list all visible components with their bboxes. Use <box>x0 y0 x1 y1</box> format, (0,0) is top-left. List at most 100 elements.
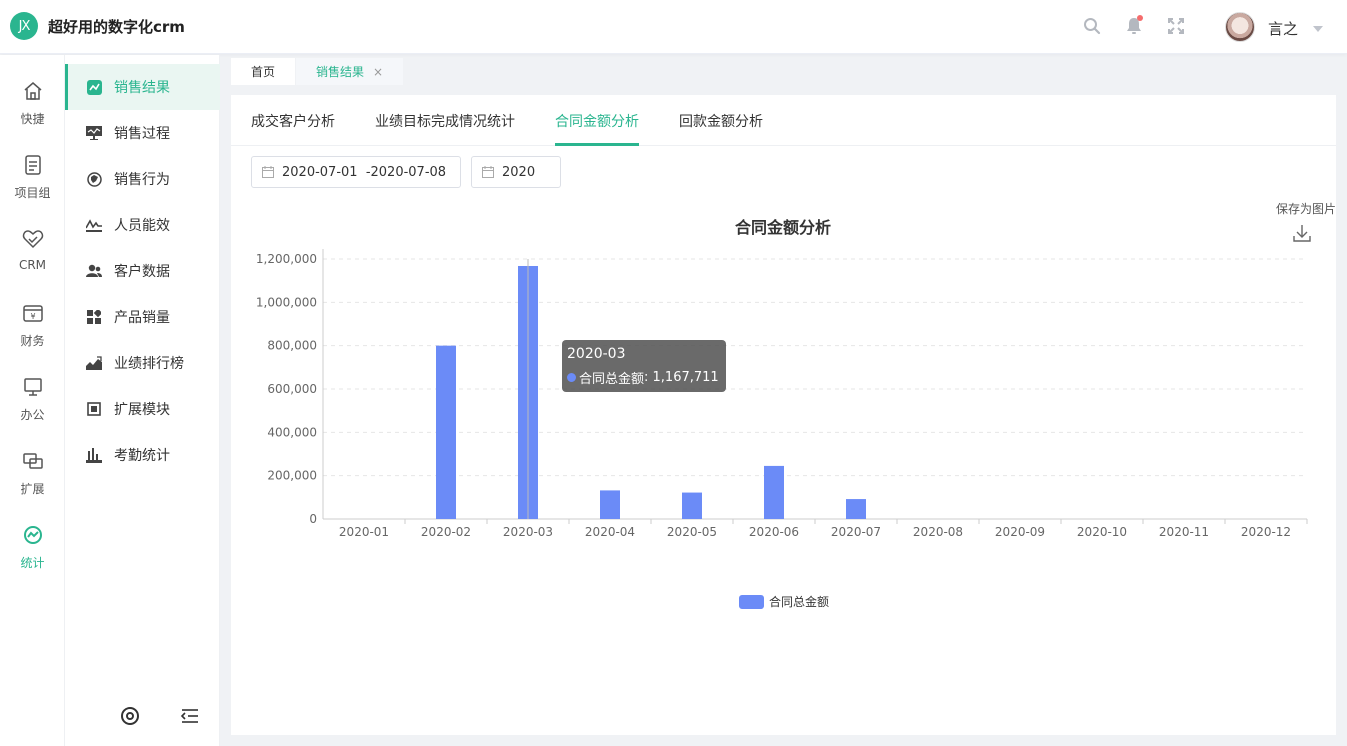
main-nav-rail: 快捷 项目组 CRM ¥ 财务 办公 扩展 统计 <box>0 55 65 746</box>
rail-item-quick[interactable]: 快捷 <box>0 80 65 140</box>
product-icon <box>86 309 102 325</box>
page-tab-sales-result[interactable]: 销售结果 × <box>296 58 404 85</box>
yen-box-icon: ¥ <box>22 302 44 324</box>
y-tick-label: 800,000 <box>267 339 317 353</box>
rail-label: 快捷 <box>20 112 45 126</box>
rail-item-stats[interactable]: 统计 <box>0 524 65 584</box>
sub-item-label: 考勤统计 <box>114 448 170 464</box>
heart-handshake-icon <box>22 228 44 250</box>
collapse-menu-icon[interactable] <box>179 705 201 727</box>
customer-icon <box>86 263 102 279</box>
sub-item-sales-result[interactable]: 销售结果 <box>65 64 220 110</box>
bar <box>600 490 620 519</box>
y-tick-label: 1,200,000 <box>256 252 317 266</box>
stats-icon <box>22 524 44 546</box>
tab-payment-amount[interactable]: 回款金额分析 <box>679 111 763 146</box>
tooltip-value: 1,167,711 <box>652 370 719 385</box>
calendar-icon <box>262 166 274 178</box>
page-tabs: 首页 销售结果 × <box>220 55 1347 85</box>
rail-item-extend[interactable]: 扩展 <box>0 450 65 510</box>
x-tick-label: 2020-12 <box>1241 525 1291 539</box>
rail-label: 扩展 <box>20 482 45 496</box>
x-tick-label: 2020-06 <box>749 525 799 539</box>
y-tick-label: 600,000 <box>267 382 317 396</box>
efficiency-icon <box>86 217 102 233</box>
svg-text:¥: ¥ <box>30 312 35 321</box>
page-tab-label: 销售结果 <box>316 65 365 79</box>
bar <box>846 499 866 519</box>
username[interactable]: 言之 <box>1268 18 1298 39</box>
tooltip-title: 2020-03 <box>567 346 626 362</box>
x-tick-label: 2020-07 <box>831 525 881 539</box>
module-icon <box>86 401 102 417</box>
sales-process-icon <box>86 125 102 141</box>
close-icon[interactable]: × <box>373 65 383 79</box>
page-tab-label: 首页 <box>251 65 276 79</box>
year-picker[interactable]: 2020 <box>471 156 561 188</box>
tab-contract-amount[interactable]: 合同金额分析 <box>555 111 639 146</box>
notification-dot <box>1137 15 1143 21</box>
date-range-value: 2020-07-01 -2020-07-08 <box>282 164 447 180</box>
bar <box>436 345 456 519</box>
rail-item-project[interactable]: 项目组 <box>0 154 65 214</box>
sub-item-label: 客户数据 <box>114 264 170 280</box>
date-range-picker[interactable]: 2020-07-01 -2020-07-08 <box>251 156 461 188</box>
fullscreen-icon[interactable] <box>1166 16 1186 36</box>
x-tick-label: 2020-10 <box>1077 525 1127 539</box>
sub-item-sales-process[interactable]: 销售过程 <box>65 110 220 156</box>
chart-tooltip: 2020-03 合同总金额 : 1,167,711 <box>562 340 726 392</box>
rail-label: 财务 <box>20 334 45 348</box>
sub-item-label: 人员能效 <box>114 218 170 234</box>
sub-item-sales-behavior[interactable]: 销售行为 <box>65 156 220 202</box>
tab-target-completion[interactable]: 业绩目标完成情况统计 <box>375 111 515 146</box>
y-tick-label: 1,000,000 <box>256 295 317 309</box>
year-value: 2020 <box>502 164 536 180</box>
sub-item-ranking[interactable]: 业绩排行榜 <box>65 340 220 386</box>
sub-item-label: 扩展模块 <box>114 402 170 418</box>
sub-item-efficiency[interactable]: 人员能效 <box>65 202 220 248</box>
app-logo[interactable]: JX <box>10 12 38 40</box>
x-tick-label: 2020-03 <box>503 525 553 539</box>
main-panel: 成交客户分析 业绩目标完成情况统计 合同金额分析 回款金额分析 2020-07-… <box>231 95 1336 735</box>
content-tabs: 成交客户分析 业绩目标完成情况统计 合同金额分析 回款金额分析 <box>231 95 1336 146</box>
rail-label: 项目组 <box>14 186 51 200</box>
sales-result-icon <box>86 79 102 95</box>
x-tick-label: 2020-09 <box>995 525 1045 539</box>
x-tick-label: 2020-02 <box>421 525 471 539</box>
calendar-icon <box>482 166 494 178</box>
sub-item-attendance[interactable]: 考勤统计 <box>65 432 220 478</box>
settings-icon[interactable] <box>119 705 141 727</box>
x-tick-label: 2020-04 <box>585 525 635 539</box>
top-header: JX 超好用的数字化crm 言之 <box>0 0 1347 54</box>
x-tick-label: 2020-01 <box>339 525 389 539</box>
contract-amount-chart: 合同金额分析 0 200,000 400,000 600,000 800,000 1,000… <box>256 218 1308 609</box>
sub-item-label: 销售结果 <box>114 80 170 96</box>
rail-item-finance[interactable]: ¥ 财务 <box>0 302 65 362</box>
sub-item-module[interactable]: 扩展模块 <box>65 386 220 432</box>
app-title: 超好用的数字化crm <box>48 18 185 36</box>
rail-item-crm[interactable]: CRM <box>0 228 65 288</box>
tab-deal-customer[interactable]: 成交客户分析 <box>251 111 335 146</box>
sub-item-customer[interactable]: 客户数据 <box>65 248 220 294</box>
rail-item-office[interactable]: 办公 <box>0 376 65 436</box>
expand-icon <box>22 450 44 472</box>
page-tab-home[interactable]: 首页 <box>231 58 296 85</box>
search-icon[interactable] <box>1082 16 1102 36</box>
x-tick-label: 2020-11 <box>1159 525 1209 539</box>
tooltip-sep: : <box>644 370 653 385</box>
sub-item-label: 产品销量 <box>114 310 170 326</box>
avatar[interactable] <box>1225 12 1255 42</box>
y-tick-label: 400,000 <box>267 425 317 439</box>
chevron-down-icon[interactable] <box>1313 22 1323 37</box>
y-tick-label: 200,000 <box>267 469 317 483</box>
legend-label: 合同总金额 <box>769 594 829 609</box>
sub-item-product[interactable]: 产品销量 <box>65 294 220 340</box>
tooltip-row: 合同总金额 : 1,167,711 <box>567 368 721 387</box>
bell-icon[interactable] <box>1124 15 1144 36</box>
document-icon <box>22 154 44 176</box>
monitor-icon <box>22 376 44 398</box>
tooltip-series-name: 合同总金额 <box>579 372 645 387</box>
x-tick-label: 2020-08 <box>913 525 963 539</box>
sub-item-label: 销售过程 <box>114 126 170 142</box>
attendance-icon <box>86 447 102 463</box>
